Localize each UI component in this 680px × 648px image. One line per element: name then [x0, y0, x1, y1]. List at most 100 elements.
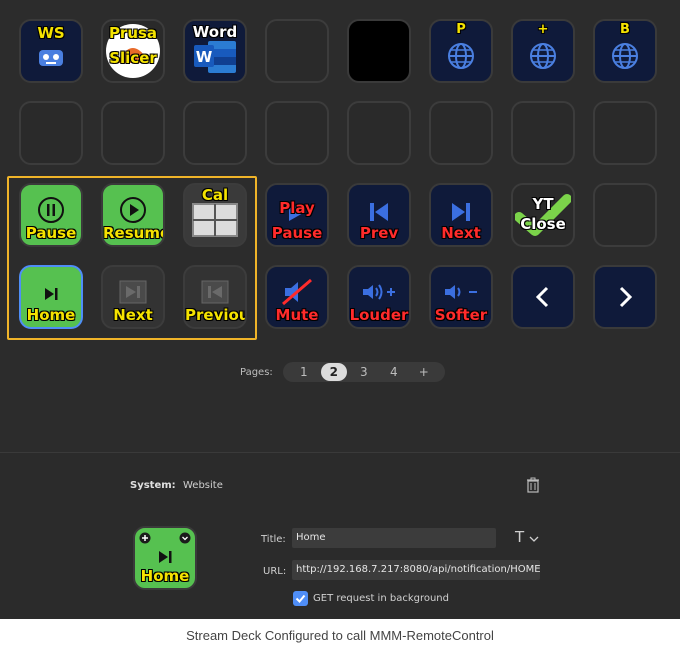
key-label-top: P [456, 22, 466, 37]
system-label: System: [130, 480, 176, 491]
volume-up-icon [363, 284, 395, 300]
key-previous-page[interactable]: Previous [183, 265, 247, 329]
page-4-button[interactable]: 4 [379, 365, 409, 379]
key-play-pause[interactable]: Play Pause [265, 183, 329, 247]
next-track-icon [452, 203, 470, 221]
page-bar: 1 2 3 4 + [282, 362, 445, 382]
key-empty[interactable] [347, 101, 411, 165]
key-next-page[interactable]: Next [101, 265, 165, 329]
skip-home-icon [159, 550, 172, 563]
key-empty[interactable] [265, 19, 329, 83]
key-home[interactable]: Home [19, 265, 83, 329]
title-label: Title: [261, 534, 286, 545]
get-background-checkbox[interactable] [293, 591, 308, 606]
chevron-right-icon [619, 286, 633, 308]
trash-icon[interactable] [526, 477, 540, 493]
key-label: Resume [103, 224, 165, 242]
property-inspector: System: Website Home Title: Home T URL: … [0, 452, 680, 619]
key-label-bottom: Softer [434, 306, 488, 324]
key-label-top: Cal [201, 186, 229, 204]
title-input[interactable]: Home [292, 528, 496, 548]
key-preview[interactable]: Home [133, 526, 197, 590]
key-label-top: WS [37, 24, 65, 42]
page-1-button[interactable]: 1 [289, 365, 319, 379]
key-empty[interactable] [183, 101, 247, 165]
key-prusa-slicer[interactable]: Prusa Slicer [101, 19, 165, 83]
page-3-button[interactable]: 3 [349, 365, 379, 379]
key-label-bottom: Close [520, 215, 566, 233]
checkbox-label: GET request in background [313, 593, 449, 604]
key-next-arrow[interactable] [593, 265, 657, 329]
key-empty[interactable] [19, 101, 83, 165]
volume-down-icon [445, 285, 477, 300]
key-empty[interactable] [429, 101, 493, 165]
chevron-down-icon[interactable] [179, 532, 191, 544]
text-format-icon[interactable]: T [515, 528, 524, 546]
key-label-bottom: Pause [271, 224, 323, 242]
key-previous-arrow[interactable] [511, 265, 575, 329]
stream-deck-app: WS Prusa Slicer W Word P + B Pause Resum… [0, 0, 680, 619]
globe-icon [612, 42, 638, 69]
svg-text:W: W [196, 48, 213, 66]
key-yt-close[interactable]: YT Close [511, 183, 575, 247]
key-pause[interactable]: Pause [19, 183, 83, 247]
key-label-top: Play [279, 199, 315, 217]
key-calendar[interactable]: Cal [183, 183, 247, 247]
key-louder[interactable]: Louder [347, 265, 411, 329]
key-empty[interactable] [511, 101, 575, 165]
key-website-plus[interactable]: + [511, 19, 575, 83]
globe-icon [448, 42, 474, 69]
key-softer[interactable]: Softer [429, 265, 493, 329]
page-2-button[interactable]: 2 [320, 363, 347, 381]
url-input[interactable]: http://192.168.7.217:8080/api/notificati… [292, 560, 540, 580]
key-website-b[interactable]: B [593, 19, 657, 83]
key-empty[interactable] [593, 183, 657, 247]
globe-icon [530, 42, 556, 69]
word-logo-icon: W [194, 41, 236, 73]
system-value: Website [183, 480, 223, 491]
chevron-left-icon [535, 286, 549, 308]
figure-caption: Stream Deck Configured to call MMM-Remot… [186, 628, 494, 643]
key-empty[interactable] [593, 101, 657, 165]
key-label: Previous [185, 306, 245, 324]
key-black[interactable] [347, 19, 411, 83]
key-label-bottom: Louder [349, 306, 409, 324]
key-label-top: + [537, 22, 549, 37]
key-label-top: Word [192, 23, 238, 41]
key-label-bottom: Mute [275, 306, 319, 324]
add-page-button[interactable]: + [409, 365, 439, 379]
page-selector: Pages: 1 2 3 4 + [240, 362, 445, 382]
checkmark-icon [295, 594, 306, 603]
key-empty[interactable] [265, 101, 329, 165]
pause-circle-icon [38, 197, 64, 224]
previous-track-icon [370, 203, 388, 221]
pages-label: Pages: [240, 366, 273, 378]
key-label-top: YT [532, 195, 554, 213]
key-website-p[interactable]: P [429, 19, 493, 83]
key-prev-track[interactable]: Prev [347, 183, 411, 247]
mute-icon [282, 279, 312, 306]
key-label: Home [26, 306, 76, 324]
key-grid: WS Prusa Slicer W Word P + B Pause Resum… [0, 0, 680, 452]
play-circle-icon [120, 197, 146, 224]
previous-page-icon [201, 280, 229, 304]
key-label: Pause [25, 224, 77, 242]
key-mute[interactable]: Mute [265, 265, 329, 329]
key-label: Next [113, 306, 153, 324]
key-label-bottom: Prev [359, 224, 399, 242]
key-label-bottom: Next [441, 224, 481, 242]
key-label-top: B [620, 22, 630, 37]
key-resume[interactable]: Resume [101, 183, 165, 247]
key-empty[interactable] [101, 101, 165, 165]
add-icon[interactable] [139, 532, 151, 544]
key-label-bottom: Slicer [109, 49, 157, 67]
calendar-grid-icon [192, 202, 238, 237]
skip-home-icon [45, 288, 58, 300]
key-next-track[interactable]: Next [429, 183, 493, 247]
chevron-down-icon[interactable] [529, 535, 539, 543]
key-label-top: Prusa [108, 24, 158, 42]
next-page-icon [119, 280, 147, 304]
url-label: URL: [263, 566, 287, 577]
key-ws[interactable]: WS [19, 19, 83, 83]
key-word[interactable]: W Word [183, 19, 247, 83]
